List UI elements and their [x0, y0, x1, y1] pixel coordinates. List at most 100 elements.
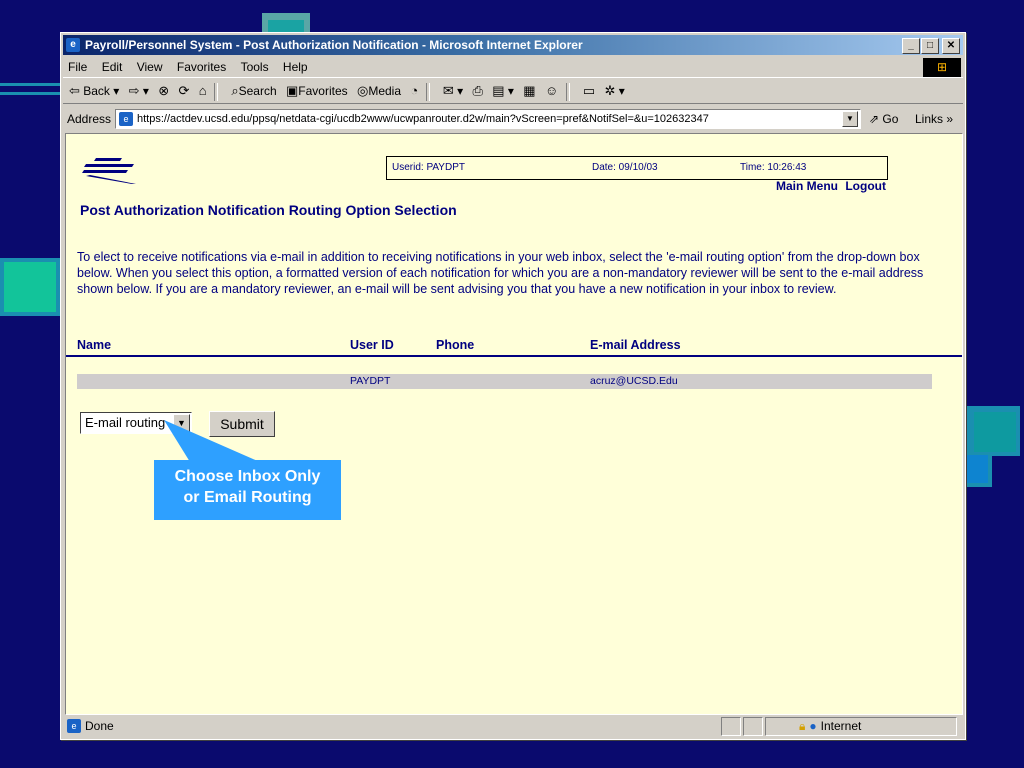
- menu-favorites[interactable]: Favorites: [177, 60, 226, 74]
- forward-arrow-icon: ⇨: [128, 83, 140, 98]
- decorative-line: [0, 92, 60, 95]
- zone-label: Internet: [820, 719, 862, 733]
- column-header-user-id: User ID: [350, 338, 394, 352]
- links-button[interactable]: Links »: [915, 107, 953, 131]
- decorative-square: [4, 262, 56, 312]
- search-icon: ⌕: [231, 83, 239, 98]
- chevron-down-icon: ▾: [618, 84, 625, 98]
- edit-icon: ▤: [492, 83, 505, 98]
- globe-icon: ●: [809, 719, 817, 733]
- go-arrow-icon: ⇗: [869, 112, 880, 126]
- menu-file[interactable]: File: [68, 60, 87, 74]
- menu-edit[interactable]: Edit: [102, 60, 123, 74]
- toolbar-separator: [565, 82, 570, 101]
- column-header-phone: Phone: [436, 338, 475, 352]
- toolbar-separator: [425, 82, 430, 101]
- callout-line-1: Choose Inbox Only: [174, 468, 321, 485]
- callout-line-2: or Email Routing: [183, 489, 312, 506]
- media-icon: ◎: [356, 83, 369, 98]
- tools-button[interactable]: ✲ ▾: [605, 79, 625, 103]
- session-info-box: Userid: PAYDPT Date: 09/10/03 Time: 10:2…: [386, 156, 888, 180]
- chevron-down-icon: ▾: [457, 84, 464, 98]
- cell-email: acruz@UCSD.Edu: [590, 375, 678, 387]
- security-zone: 🔒︎ ● Internet: [799, 716, 861, 736]
- userid-text: Userid: PAYDPT: [392, 162, 465, 173]
- table-row: PAYDPT acruz@UCSD.Edu: [77, 374, 932, 389]
- refresh-button[interactable]: ⟳: [179, 79, 190, 103]
- stop-icon: ⊗: [158, 83, 170, 98]
- status-text-area: e Done: [65, 716, 114, 736]
- column-header-name: Name: [77, 338, 112, 352]
- address-dropdown-button[interactable]: ▼: [842, 111, 858, 127]
- media-button[interactable]: ◎Media: [357, 79, 401, 103]
- favorites-button[interactable]: ▣Favorites: [286, 79, 348, 103]
- history-button[interactable]: ◔: [410, 79, 418, 103]
- maximize-button[interactable]: □: [921, 38, 939, 54]
- ie-icon: e: [66, 38, 80, 52]
- home-button[interactable]: ⌂: [199, 79, 207, 103]
- window-icon: ▭: [582, 83, 596, 98]
- chevron-down-icon: ▾: [113, 84, 120, 98]
- browser-window: e Payroll/Personnel System - Post Author…: [60, 32, 966, 740]
- toolbar: ⇦ Back ▾ ⇨ ▾ ⊗ ⟳ ⌂ ⌕Search ▣Favorites ◎M…: [63, 79, 963, 104]
- address-label: Address: [67, 112, 112, 126]
- address-bar: Address e https://actdev.ucsd.edu/ppsq/ne…: [63, 107, 963, 131]
- title-bar[interactable]: e Payroll/Personnel System - Post Author…: [63, 35, 963, 55]
- chevron-down-icon: ▾: [507, 84, 514, 98]
- lock-icon: 🔒︎: [799, 719, 806, 733]
- refresh-icon: ⟳: [178, 83, 190, 98]
- main-menu-link[interactable]: Main Menu: [776, 179, 838, 193]
- tools-icon: ✲: [604, 83, 616, 98]
- address-url: https://actdev.ucsd.edu/ppsq/netdata-cgi…: [137, 113, 709, 125]
- callout-pointer: [164, 420, 260, 462]
- favorites-label: Favorites: [298, 84, 348, 98]
- status-text: Done: [85, 719, 114, 733]
- address-input[interactable]: e https://actdev.ucsd.edu/ppsq/netdata-cg…: [115, 109, 861, 129]
- messenger-button[interactable]: ☺: [545, 79, 558, 103]
- edit-button[interactable]: ▤ ▾: [492, 79, 514, 103]
- home-icon: ⌂: [198, 83, 207, 98]
- header-divider: [66, 355, 962, 357]
- windows-logo-icon: ⊞: [923, 58, 961, 77]
- window-controls: _ □ ✕: [901, 38, 960, 54]
- print-button[interactable]: ⎙: [473, 79, 483, 103]
- cell-user-id: PAYDPT: [350, 375, 391, 387]
- favorites-icon: ▣: [285, 83, 299, 98]
- menu-tools[interactable]: Tools: [241, 60, 269, 74]
- media-label: Media: [368, 84, 402, 98]
- search-button[interactable]: ⌕Search: [231, 79, 276, 103]
- toolbar-separator: [213, 82, 218, 101]
- date-text: Date: 09/10/03: [592, 162, 658, 173]
- print-icon: ⎙: [472, 83, 483, 98]
- close-button[interactable]: ✕: [942, 38, 960, 54]
- go-label: Go: [882, 112, 899, 126]
- decorative-line: [0, 83, 60, 86]
- window-button[interactable]: ▭: [583, 79, 595, 103]
- decorative-square: [964, 455, 988, 483]
- page-icon: e: [67, 719, 81, 733]
- intro-text: To elect to receive notifications via e-…: [77, 250, 924, 296]
- discuss-icon: ▦: [523, 83, 536, 98]
- back-button[interactable]: ⇦ Back ▾: [69, 79, 119, 103]
- status-panel: [743, 717, 763, 736]
- menu-bar: File Edit View Favorites Tools Help ⊞: [63, 57, 963, 78]
- chevron-down-icon: ▾: [142, 84, 149, 98]
- page-icon: e: [119, 112, 133, 126]
- mail-icon: ✉: [442, 83, 454, 98]
- window-title: Payroll/Personnel System - Post Authoriz…: [85, 38, 583, 52]
- time-text: Time: 10:26:43: [740, 162, 807, 173]
- chevron-right-icon: »: [946, 112, 954, 126]
- menu-help[interactable]: Help: [283, 60, 308, 74]
- go-button[interactable]: ⇗ Go: [869, 107, 898, 131]
- logout-link[interactable]: Logout: [845, 179, 886, 193]
- messenger-icon: ☺: [544, 83, 559, 98]
- back-arrow-icon: ⇦: [69, 83, 80, 98]
- stop-button[interactable]: ⊗: [158, 79, 169, 103]
- forward-button[interactable]: ⇨ ▾: [129, 79, 149, 103]
- menu-view[interactable]: View: [137, 60, 163, 74]
- mail-button[interactable]: ✉ ▾: [443, 79, 463, 103]
- minimize-button[interactable]: _: [902, 38, 920, 54]
- back-label: Back: [83, 84, 110, 98]
- discuss-button[interactable]: ▦: [523, 79, 535, 103]
- header-links: Main Menu Logout: [772, 179, 886, 193]
